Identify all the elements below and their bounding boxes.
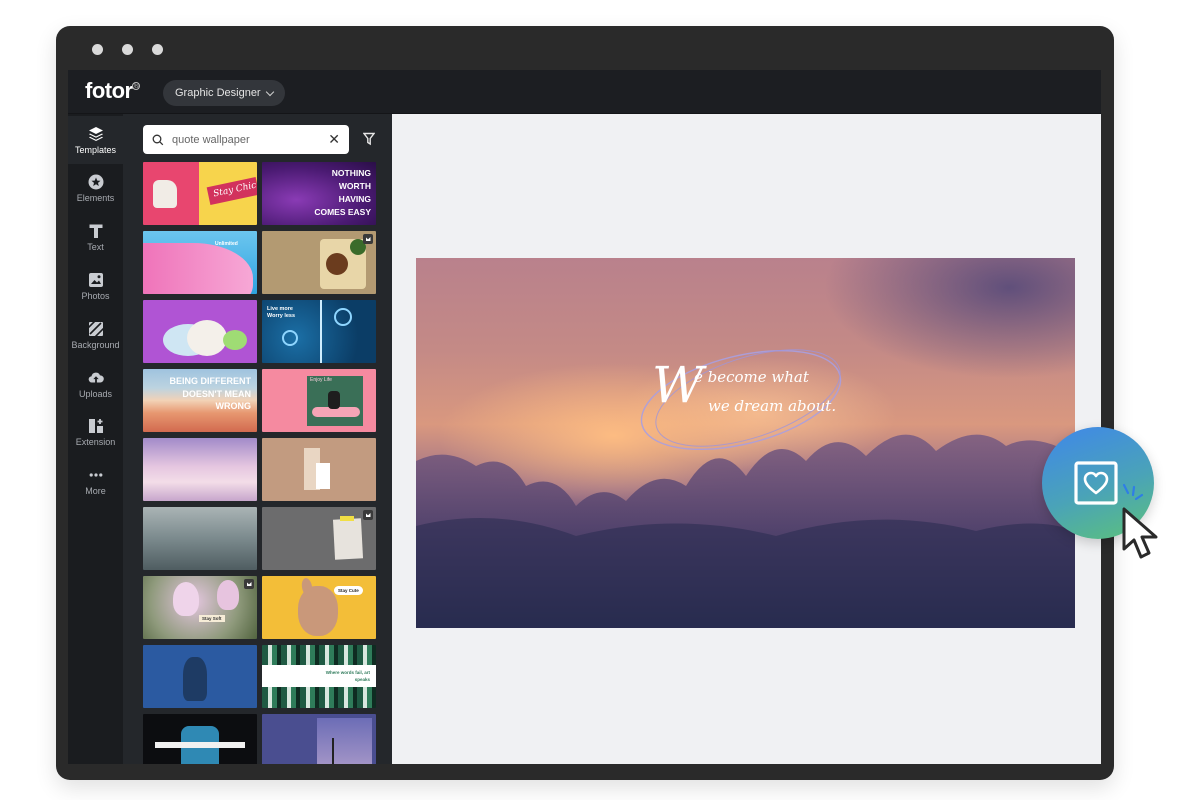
layers-icon — [88, 126, 104, 142]
rail-label: Photos — [81, 290, 110, 301]
clear-search-icon[interactable]: ✕ — [328, 133, 340, 147]
rail-label: Elements — [76, 192, 115, 203]
rail-item-elements[interactable]: Elements — [68, 164, 123, 212]
app-window: fotor ® Graphic Designer Templates Eleme… — [56, 26, 1114, 780]
rail-item-photos[interactable]: Photos — [68, 262, 123, 310]
search-input[interactable] — [172, 133, 321, 146]
rail-item-uploads[interactable]: Uploads — [68, 360, 123, 408]
mode-selector-label: Graphic Designer — [175, 87, 261, 99]
template-card-pink-sky[interactable] — [143, 438, 257, 501]
templates-panel: ✕ Stay Chic NOTHING WORTH HAVING COMES E… — [123, 114, 392, 764]
fotor-editor: fotor ® Graphic Designer Templates Eleme… — [68, 70, 1101, 764]
premium-crown-icon — [363, 234, 373, 244]
template-card-purple-cloud[interactable] — [143, 300, 257, 363]
template-card-nothing-worth[interactable]: NOTHING WORTH HAVING COMES EASY — [262, 162, 376, 225]
template-card-grey-note[interactable] — [262, 507, 376, 570]
chevron-down-icon — [265, 87, 274, 96]
template-card-frenchie[interactable]: Stay Cute — [262, 576, 376, 639]
template-card-pink-wave[interactable]: Unlimited — [143, 231, 257, 294]
rail-item-extension[interactable]: Extension — [68, 408, 123, 456]
stripes-icon — [88, 321, 104, 337]
heart-frame-icon — [1074, 461, 1118, 505]
rail-item-more[interactable]: More — [68, 457, 123, 505]
text-t-icon — [88, 223, 104, 239]
template-card-kitten-boat[interactable]: Enjoy Life — [262, 369, 376, 432]
template-card-being-different[interactable]: BEING DIFFERENT DOESN'T MEAN WRONG — [143, 369, 257, 432]
quote-line-1: e become what — [694, 368, 809, 386]
design-artboard[interactable]: W e become what we dream about. — [416, 258, 1075, 628]
rail-item-templates[interactable]: Templates — [68, 116, 123, 164]
template-card-collage[interactable] — [262, 231, 376, 294]
rail-label: Background — [71, 339, 120, 350]
search-box: ✕ — [143, 125, 349, 154]
rail-label: Uploads — [78, 388, 113, 399]
cloud-upload-icon — [88, 370, 104, 386]
template-card-jellyfish[interactable]: Live more Worry less — [262, 300, 376, 363]
left-rail: Templates Elements Text Photos Backgroun… — [68, 114, 123, 764]
window-close-button[interactable] — [92, 44, 103, 55]
template-card-foggy-forest[interactable] — [143, 507, 257, 570]
canvas-area[interactable]: W e become what we dream about. — [392, 114, 1101, 764]
filter-icon[interactable] — [363, 132, 375, 146]
template-card-violet-lamp[interactable] — [262, 714, 376, 764]
window-minimize-button[interactable] — [122, 44, 133, 55]
premium-crown-icon — [363, 510, 373, 520]
template-card-blue-figure[interactable] — [143, 645, 257, 708]
template-card-tulips[interactable]: Stay Soft — [143, 576, 257, 639]
quote-line-2: we dream about. — [708, 397, 837, 415]
top-bar: fotor ® Graphic Designer — [68, 70, 1101, 114]
rail-item-text[interactable]: Text — [68, 213, 123, 261]
rail-label: Extension — [75, 436, 116, 447]
rail-label: More — [85, 485, 106, 496]
quote-text-block[interactable]: W e become what we dream about. — [652, 358, 862, 448]
rail-label: Text — [87, 241, 104, 252]
search-icon — [152, 134, 164, 145]
more-dots-icon — [88, 467, 104, 483]
rail-item-background[interactable]: Background — [68, 311, 123, 359]
mode-selector-button[interactable]: Graphic Designer — [163, 80, 285, 106]
image-icon — [88, 272, 104, 288]
mouse-pointer-icon — [1122, 507, 1158, 559]
premium-crown-icon — [244, 579, 254, 589]
template-card-dark-window[interactable] — [143, 714, 257, 764]
window-maximize-button[interactable] — [152, 44, 163, 55]
template-grid: Stay Chic NOTHING WORTH HAVING COMES EAS… — [143, 162, 377, 764]
registered-mark: ® — [132, 82, 140, 90]
star-circle-icon — [88, 174, 104, 190]
fotor-logo[interactable]: fotor — [85, 78, 133, 104]
template-card-beige-photos[interactable] — [262, 438, 376, 501]
template-card-stay-chic[interactable]: Stay Chic — [143, 162, 257, 225]
rail-label: Templates — [74, 144, 117, 155]
apps-plus-icon — [88, 418, 104, 434]
template-card-green-paint[interactable]: Where words fail, art speaks — [262, 645, 376, 708]
